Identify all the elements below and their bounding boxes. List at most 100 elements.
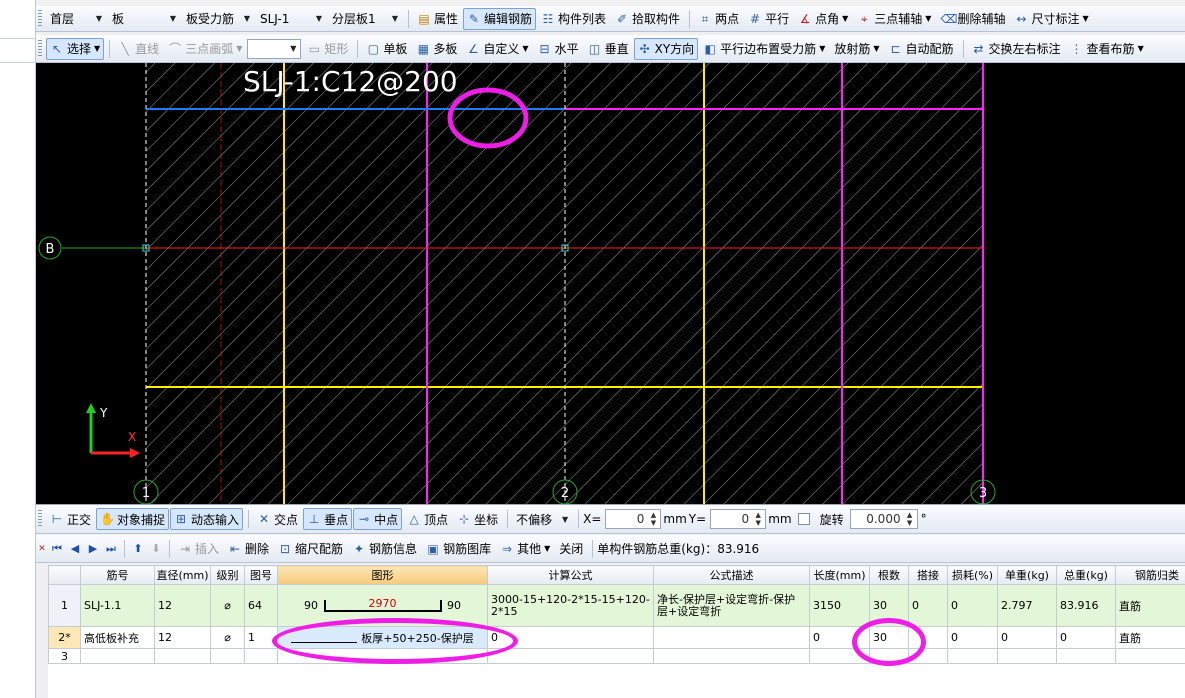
drawing-canvas[interactable]: B 1 2 3 SLJ-1:C12@200 Y X	[36, 63, 1185, 504]
col-header[interactable]: 公式描述	[653, 565, 810, 585]
cell-category[interactable]: 直筋	[1115, 626, 1185, 649]
y-input[interactable]: 0 ▲ ▼	[710, 509, 767, 529]
vertical-button[interactable]: ◫ 垂直	[584, 38, 633, 60]
cell-description[interactable]	[653, 626, 810, 649]
insert-button[interactable]: ⇥ 插入	[174, 538, 223, 560]
delete-axis-button[interactable]: ⌫ 删除辅轴	[936, 8, 1009, 30]
dimension-button[interactable]: ↔ 尺寸标注 ▼	[1010, 8, 1092, 30]
component-select[interactable]: SLJ-1 ▼	[256, 9, 326, 29]
col-header[interactable]: 根数	[869, 565, 909, 585]
coordinate-snap-button[interactable]: ⊹ 坐标	[453, 508, 502, 530]
cell-name[interactable]: 高低板补充	[80, 626, 155, 649]
midpoint-snap-button[interactable]: ⊸ 中点	[353, 508, 403, 530]
two-point-axis-button[interactable]: ⌗ 两点	[694, 8, 743, 30]
row-index[interactable]: 3	[48, 648, 81, 664]
cell-name[interactable]	[80, 648, 155, 664]
cell-grade[interactable]: ⌀	[210, 584, 245, 627]
horizontal-button[interactable]: ⊟ 水平	[534, 38, 583, 60]
cell-loss[interactable]: 0	[947, 584, 998, 627]
cell-loss[interactable]: 0	[947, 626, 998, 649]
spinner-icon[interactable]: ▲ ▼	[647, 511, 659, 527]
rotate-checkbox[interactable]	[797, 513, 810, 525]
row-index[interactable]: 1	[48, 584, 81, 627]
first-record-icon[interactable]: ⏮	[48, 542, 66, 556]
scale-rebar-button[interactable]: ⊡ 缩尺配筋	[274, 538, 347, 560]
drawing-svg[interactable]: B 1 2 3 SLJ-1:C12@200 Y X	[36, 63, 1185, 504]
other-menu-button[interactable]: ⇒ 其他 ▼	[496, 538, 554, 560]
select-button[interactable]: ↖ 选择 ▼	[46, 37, 105, 60]
col-header[interactable]: 直径(mm)	[154, 565, 211, 585]
cell-total-weight[interactable]	[1056, 648, 1116, 664]
custom-button[interactable]: ∠ 自定义 ▼	[462, 38, 532, 60]
cell-formula[interactable]	[487, 648, 654, 664]
toolbar-grip[interactable]	[38, 9, 42, 28]
cell-unit-weight[interactable]: 2.797	[997, 584, 1057, 627]
sub-type-select[interactable]: 板受力筋 ▼	[182, 9, 254, 29]
single-slab-button[interactable]: ▢ 单板	[362, 38, 411, 60]
line-button[interactable]: ╲ 直线	[114, 38, 163, 60]
cell-description[interactable]	[653, 648, 810, 664]
arc-mode-select[interactable]: ▼	[247, 38, 302, 59]
point-angle-button[interactable]: ∡ 点角 ▼	[794, 8, 852, 30]
cell-grade[interactable]: ⌀	[210, 626, 245, 649]
row-index[interactable]: 2*	[48, 626, 81, 649]
toolbar-grip[interactable]	[38, 39, 42, 58]
swap-label-button[interactable]: ⇄ 交换左右标注	[968, 38, 1065, 60]
perpendicular-snap-button[interactable]: ⊥ 垂点	[303, 508, 353, 530]
col-header[interactable]: 级别	[210, 565, 245, 585]
cell-grade[interactable]	[210, 648, 245, 664]
cell-unit-weight[interactable]	[997, 648, 1057, 664]
view-rebar-button[interactable]: ⋮ 查看布筋 ▼	[1066, 38, 1148, 60]
xy-direction-button[interactable]: ✣ XY方向	[633, 37, 699, 60]
col-header[interactable]: 单重(kg)	[997, 565, 1057, 585]
cell-total-weight[interactable]: 83.916	[1056, 584, 1116, 627]
layer-select[interactable]: 分层板1 ▼	[328, 9, 402, 29]
rebar-library-button[interactable]: ▣ 钢筋图库	[422, 538, 495, 560]
prev-record-icon[interactable]: ◀	[66, 542, 84, 555]
close-icon[interactable]: ✕	[36, 544, 48, 554]
table-row[interactable]: 3	[48, 648, 1185, 664]
rebar-info-button[interactable]: ✦ 钢筋信息	[348, 538, 421, 560]
cell-length[interactable]: 3150	[809, 584, 870, 627]
cell-lap[interactable]: 0	[908, 584, 948, 627]
offset-mode-select[interactable]: 不偏移 ▼	[512, 509, 572, 529]
cell-diameter[interactable]: 12	[154, 584, 211, 627]
object-snap-button[interactable]: ✋ 对象捕捉	[96, 508, 170, 530]
next-record-icon[interactable]: ▶	[84, 542, 102, 555]
intersection-snap-button[interactable]: ✕ 交点	[253, 508, 302, 530]
x-input[interactable]: 0 ▲ ▼	[605, 509, 662, 529]
cell-loss[interactable]	[947, 648, 998, 664]
rebar-annotation[interactable]: SLJ-1:C12@200	[243, 65, 458, 98]
cell-category[interactable]: 直筋	[1115, 584, 1185, 627]
col-header[interactable]: 损耗(%)	[947, 565, 998, 585]
move-up-icon[interactable]: ⬆	[129, 542, 147, 555]
last-record-icon[interactable]: ⏭	[102, 542, 120, 556]
col-header[interactable]: 钢筋归类	[1115, 565, 1185, 585]
spinner-icon[interactable]: ▲ ▼	[752, 511, 764, 527]
col-header[interactable]: 总重(kg)	[1056, 565, 1116, 585]
vertex-snap-button[interactable]: △ 顶点	[403, 508, 452, 530]
cell-category[interactable]	[1115, 648, 1185, 664]
component-type-select[interactable]: 板 ▼	[108, 9, 180, 29]
component-list-button[interactable]: ☷ 构件列表	[537, 8, 610, 30]
shape-mid-dim[interactable]: 2970	[326, 597, 440, 610]
edit-rebar-button[interactable]: ✎ 编辑钢筋	[463, 7, 537, 30]
cell-formula[interactable]: 3000-15+120-2*15-15+120-2*15	[487, 584, 654, 627]
col-header[interactable]: 计算公式	[487, 565, 654, 585]
cell-diameter[interactable]	[154, 648, 211, 664]
col-header[interactable]: 长度(mm)	[809, 565, 870, 585]
parallel-edge-rebar-button[interactable]: ◧ 平行边布置受力筋 ▼	[699, 38, 829, 60]
floor-select[interactable]: 首层 ▼	[46, 9, 106, 29]
close-editor-button[interactable]: 关闭	[555, 538, 587, 560]
arc-button[interactable]: ⌒ 三点画弧 ▼	[164, 38, 246, 60]
multi-slab-button[interactable]: ▦ 多板	[412, 38, 461, 60]
rotate-input[interactable]: 0.000 ▲ ▼	[849, 509, 918, 529]
cell-fig[interactable]: 64	[244, 584, 278, 627]
table-row[interactable]: 1 SLJ-1.1 12 ⌀ 64 90 2970 90 3000-15+120…	[48, 584, 1185, 627]
ortho-button[interactable]: ⊢ 正交	[46, 508, 95, 530]
cell-total-weight[interactable]: 0	[1056, 626, 1116, 649]
cell-description[interactable]: 净长-保护层+设定弯折-保护层+设定弯折	[653, 584, 810, 627]
cell-unit-weight[interactable]: 0	[997, 626, 1057, 649]
delete-button[interactable]: ⇤ 删除	[224, 538, 273, 560]
table-row[interactable]: 2* 高低板补充 12 ⌀ 1 板厚+50+250-保护层 0 0 30 0 0…	[48, 626, 1185, 649]
